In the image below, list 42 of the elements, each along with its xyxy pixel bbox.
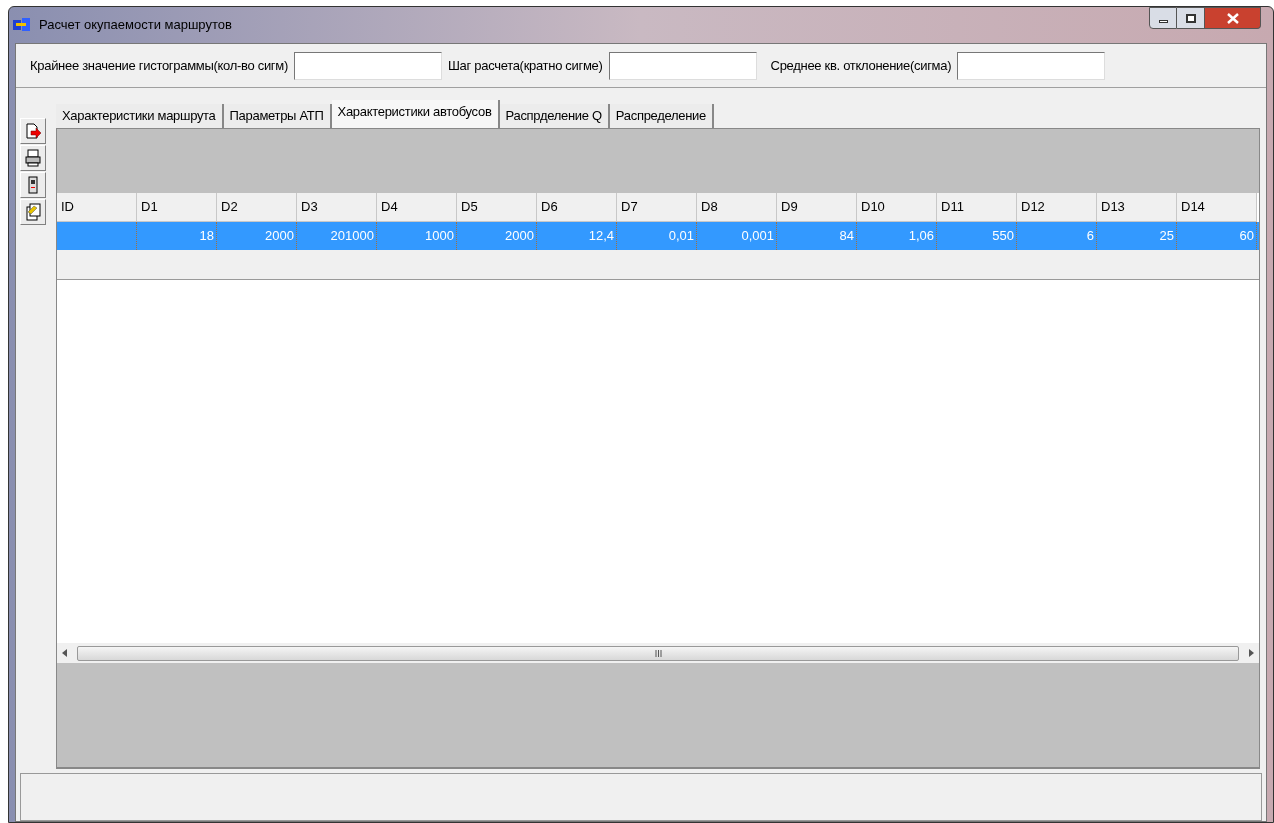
app-icon — [13, 17, 31, 33]
column-header[interactable]: D4 — [377, 193, 457, 222]
column-header[interactable]: D3 — [297, 193, 377, 222]
input-field[interactable] — [294, 51, 442, 80]
column-header[interactable]: D5 — [457, 193, 537, 222]
column-header[interactable]: D8 — [697, 193, 777, 222]
column-header[interactable]: D11 — [937, 193, 1017, 222]
column-header[interactable]: D2 — [217, 193, 297, 222]
tab[interactable]: Характеристики маршрута — [56, 104, 224, 128]
tab[interactable]: Распределение — [609, 104, 714, 128]
column-header[interactable]: D10 — [857, 193, 937, 222]
column-header[interactable]: D12 — [1017, 193, 1097, 222]
input-field[interactable] — [608, 51, 757, 80]
input-field[interactable] — [957, 51, 1106, 80]
tab[interactable]: Распрделение Q — [499, 104, 610, 128]
column-header[interactable]: D13 — [1097, 193, 1177, 222]
exit-icon[interactable] — [20, 118, 46, 144]
field-label: Шаг расчета(кратно сигме) — [448, 56, 603, 75]
scroll-left-icon[interactable] — [61, 649, 69, 657]
device-icon[interactable] — [20, 172, 46, 198]
maximize-button[interactable] — [1177, 7, 1205, 29]
close-button[interactable] — [1205, 7, 1261, 29]
scrollbar-thumb[interactable] — [77, 645, 1239, 661]
document-edit-icon[interactable] — [20, 199, 46, 225]
close-icon — [1226, 12, 1239, 24]
minimize-icon — [1158, 20, 1168, 23]
field-label: Крайнее значение гистограммы(кол-во сигм) — [30, 56, 288, 75]
column-header[interactable]: D9 — [777, 193, 857, 222]
window-title: Расчет окупаемости маршрутов — [39, 16, 232, 35]
column-header[interactable]: ID — [57, 193, 137, 222]
scroll-right-icon[interactable] — [1247, 649, 1255, 657]
column-header[interactable]: D1 — [137, 193, 217, 222]
maximize-icon — [1185, 13, 1196, 23]
column-header[interactable]: D7 — [617, 193, 697, 222]
column-header[interactable]: D14 — [1177, 193, 1257, 222]
minimize-button[interactable] — [1149, 7, 1177, 29]
column-header[interactable]: D6 — [537, 193, 617, 222]
tab[interactable]: Характеристики автобусов — [331, 100, 500, 128]
grip-icon — [654, 649, 662, 657]
printer-icon[interactable] — [20, 145, 46, 171]
tab[interactable]: Параметры АТП — [223, 104, 332, 128]
field-label: Среднее кв. отклонение(сигма) — [770, 56, 952, 75]
